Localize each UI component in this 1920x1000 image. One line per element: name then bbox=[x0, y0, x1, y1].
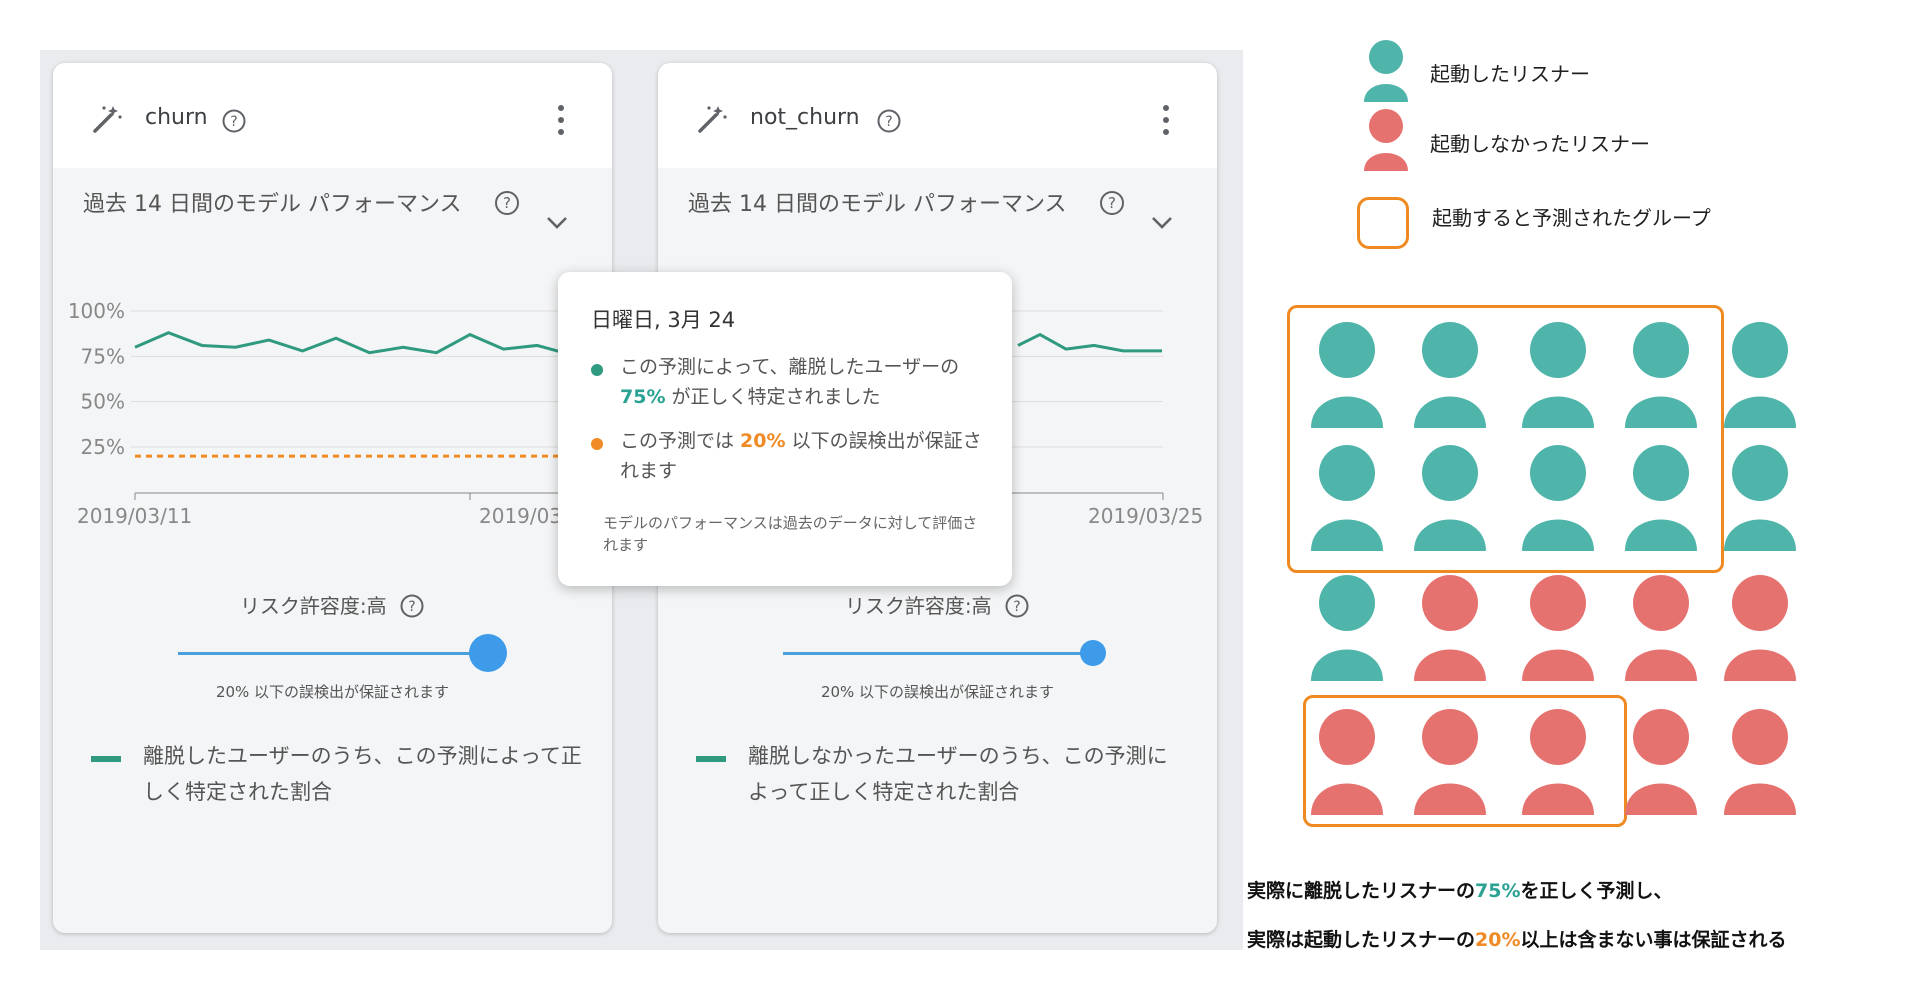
risk-slider-track[interactable] bbox=[783, 652, 1093, 655]
magic-wand-icon bbox=[698, 106, 727, 133]
help-icon[interactable]: ? bbox=[876, 108, 902, 134]
person-icon-salmon bbox=[1311, 709, 1383, 815]
caption-line-2: 実際は起動したリスナーの20%以上は含まない事は保証される bbox=[1247, 925, 1787, 952]
person-icon-teal bbox=[1724, 445, 1796, 551]
x-tick-label: 2019/03/25 bbox=[1088, 504, 1203, 528]
tooltip-threshold-text-a: この予測では bbox=[620, 430, 741, 452]
caption-recall-value: 75% bbox=[1475, 880, 1521, 902]
person-icon-teal bbox=[1522, 445, 1594, 551]
tooltip-date: 日曜日, 3月 24 bbox=[591, 308, 736, 332]
tooltip-note: モデルのパフォーマンスは過去のデータに対して評価されます bbox=[603, 514, 978, 554]
caption-line-1-a: 実際に離脱したリスナーの bbox=[1247, 880, 1476, 902]
person-icon-teal bbox=[1625, 322, 1697, 428]
series-line-recall bbox=[1017, 332, 1162, 353]
risk-slider-thumb[interactable] bbox=[469, 634, 507, 672]
performance-chart: 100% 75% 50% 25% 2019/03/11 2019/03/ bbox=[68, 298, 612, 528]
person-icon-salmon bbox=[1414, 709, 1486, 815]
svg-text:?: ? bbox=[885, 114, 892, 130]
legend-group-box bbox=[1357, 197, 1409, 249]
tooltip-recall-text-b: が正しく特定されました bbox=[665, 386, 881, 408]
legend-text: 離脱したユーザーのうち、この予測によって正しく特定された割合 bbox=[143, 744, 582, 804]
slider-note: 20% 以下の誤検出が保証されます bbox=[215, 683, 450, 701]
legend-text: 離脱しなかったユーザーのうち、この予測によって正しく特定された割合 bbox=[748, 744, 1168, 804]
more-options-icon[interactable] bbox=[556, 103, 566, 137]
model-name: churn bbox=[145, 105, 208, 130]
person-icon-salmon bbox=[1625, 709, 1697, 815]
chart-tooltip: 日曜日, 3月 24 この予測によって、離脱したユーザーの 75% が正しく特定… bbox=[558, 272, 1012, 586]
risk-slider-track[interactable] bbox=[178, 652, 488, 655]
x-tick-label: 2019/03/11 bbox=[77, 504, 192, 528]
series-line-recall bbox=[134, 331, 605, 357]
more-options-icon[interactable] bbox=[1161, 103, 1171, 137]
caption-line-2-a: 実際は起動したリスナーの bbox=[1247, 929, 1476, 951]
legend-predicted-group-label: 起動すると予測されたグループ bbox=[1432, 206, 1711, 230]
person-icon-teal bbox=[1625, 445, 1697, 551]
tooltip-recall-dot bbox=[591, 364, 603, 376]
risk-tolerance-row: リスク許容度:高 ? bbox=[658, 590, 1217, 619]
svg-text:?: ? bbox=[408, 599, 415, 615]
person-icon-salmon bbox=[1724, 709, 1796, 815]
person-icon-teal bbox=[1724, 322, 1796, 428]
magic-wand-icon bbox=[93, 106, 122, 133]
performance-title: 過去 14 日間のモデル パフォーマンス bbox=[83, 192, 462, 217]
tooltip-threshold-text: この予測では 20% 以下の誤検出が保証されます bbox=[620, 426, 990, 486]
help-icon[interactable]: ? bbox=[1098, 189, 1126, 217]
risk-tolerance-label: リスク許容度:高 bbox=[844, 594, 992, 618]
person-icon-teal bbox=[1364, 40, 1408, 102]
model-name: not_churn bbox=[750, 105, 860, 130]
svg-text:?: ? bbox=[1108, 194, 1116, 212]
y-tick-label: 25% bbox=[81, 435, 125, 459]
chevron-down-icon[interactable] bbox=[545, 215, 569, 231]
person-icon-teal bbox=[1311, 445, 1383, 551]
y-tick-label: 75% bbox=[81, 344, 125, 368]
caption-line-2-b: 以上は含まない事は保証される bbox=[1520, 929, 1787, 951]
risk-tolerance-label: リスク許容度:高 bbox=[239, 594, 387, 618]
help-icon[interactable]: ? bbox=[493, 189, 521, 217]
caption-line-1: 実際に離脱したリスナーの75%を正しく予測し、 bbox=[1247, 876, 1673, 903]
help-icon[interactable]: ? bbox=[221, 108, 247, 134]
person-icon-salmon bbox=[1522, 709, 1594, 815]
person-icon-teal bbox=[1414, 322, 1486, 428]
performance-title: 過去 14 日間のモデル パフォーマンス bbox=[688, 192, 1067, 217]
caption-line-1-b: を正しく予測し、 bbox=[1520, 880, 1673, 902]
help-icon[interactable]: ? bbox=[1004, 593, 1030, 619]
model-card-churn: churn ? 過去 14 日間のモデル パフォーマンス ? 100% 75% 50… bbox=[53, 63, 612, 933]
svg-text:?: ? bbox=[1013, 599, 1020, 615]
person-icon-teal bbox=[1414, 445, 1486, 551]
svg-text:?: ? bbox=[230, 114, 237, 130]
tooltip-threshold-value: 20% bbox=[740, 430, 786, 452]
person-icon-salmon bbox=[1414, 575, 1486, 681]
caption-threshold-value: 20% bbox=[1475, 929, 1521, 951]
tooltip-recall-text: この予測によって、離脱したユーザーの 75% が正しく特定されました bbox=[620, 352, 990, 412]
person-icon-teal bbox=[1311, 575, 1383, 681]
help-icon[interactable]: ? bbox=[399, 593, 425, 619]
person-icon-salmon bbox=[1625, 575, 1697, 681]
y-tick-label: 50% bbox=[81, 390, 125, 414]
person-icon-salmon bbox=[1364, 109, 1408, 171]
risk-slider-thumb[interactable] bbox=[1080, 640, 1106, 666]
tooltip-threshold-dot bbox=[591, 438, 603, 450]
legend-swatch bbox=[91, 756, 121, 762]
chevron-down-icon[interactable] bbox=[1150, 215, 1174, 231]
legend-swatch bbox=[696, 756, 726, 762]
slider-note: 20% 以下の誤検出が保証されます bbox=[820, 683, 1055, 701]
legend-started-label: 起動したリスナー bbox=[1430, 62, 1590, 86]
tooltip-recall-text-a: この予測によって、離脱したユーザーの bbox=[620, 356, 960, 378]
y-tick-label: 100% bbox=[68, 299, 125, 323]
svg-text:?: ? bbox=[503, 194, 511, 212]
person-icon-teal bbox=[1311, 322, 1383, 428]
tooltip-recall-value: 75% bbox=[620, 386, 666, 408]
person-icon-salmon bbox=[1724, 575, 1796, 681]
card-header: churn ? bbox=[53, 63, 612, 168]
risk-tolerance-row: リスク許容度:高 ? bbox=[53, 590, 612, 619]
card-header: not_churn ? bbox=[658, 63, 1217, 168]
x-tick-label: 2019/03/ bbox=[479, 504, 569, 528]
legend-not-started-label: 起動しなかったリスナー bbox=[1430, 132, 1650, 156]
person-icon-teal bbox=[1522, 322, 1594, 428]
person-icon-salmon bbox=[1522, 575, 1594, 681]
